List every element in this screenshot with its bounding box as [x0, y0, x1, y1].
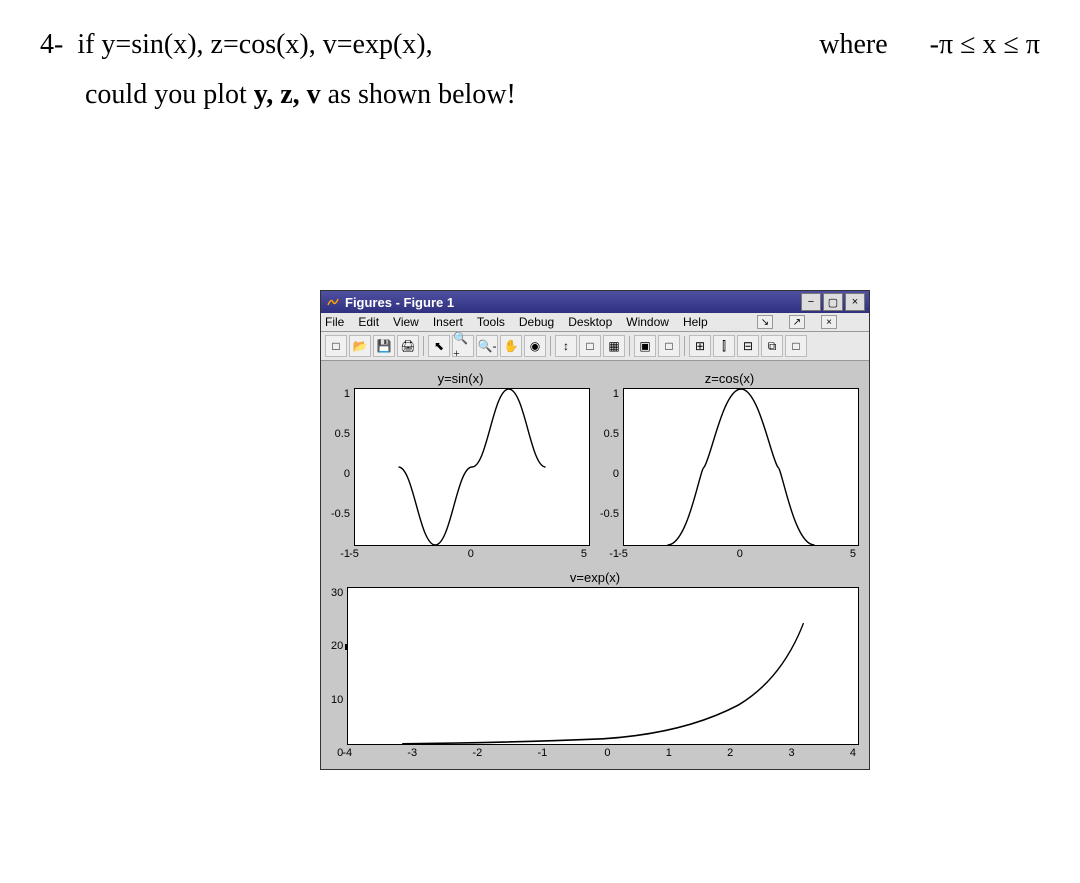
pointer-icon[interactable]: ⬉: [428, 335, 450, 357]
y-axis-ticks: 30 20 10 0: [331, 587, 347, 759]
open-icon[interactable]: 📂: [349, 335, 371, 357]
close-panel-icon[interactable]: ×: [821, 315, 837, 329]
chart-title: y=sin(x): [438, 371, 484, 386]
tile-float-icon[interactable]: ⧉: [761, 335, 783, 357]
chart-cos: z=cos(x) 1 0.5 0 -0.5 -1: [600, 371, 859, 560]
sin-curve: [355, 389, 589, 545]
window-titlebar: Figures - Figure 1 − ▢ ×: [321, 291, 869, 313]
menu-edit[interactable]: Edit: [358, 315, 379, 329]
figure-window: Figures - Figure 1 − ▢ × File Edit View …: [320, 290, 870, 770]
question-area: 4- if y=sin(x), z=cos(x), v=exp(x), wher…: [0, 0, 1080, 141]
plot-area: y=sin(x) 1 0.5 0 -0.5 -1: [321, 361, 869, 769]
toolbar: □ 📂 💾 🖨 ⬉ 🔍+ 🔍- ✋ ◉ ↕ □ ▦ ▣ □ ⊞ ⫿ ⊟ ⧉ □: [321, 332, 869, 361]
menu-desktop[interactable]: Desktop: [568, 315, 612, 329]
tile-icon[interactable]: ⊞: [689, 335, 711, 357]
tile-tabs-icon[interactable]: ⫿: [713, 335, 735, 357]
menu-help[interactable]: Help: [683, 315, 708, 329]
chart-title: z=cos(x): [705, 371, 754, 386]
app-icon: [325, 294, 341, 310]
separator: [423, 336, 424, 356]
x-axis-ticks: -4 -3 -2 -1 0 1 2 3 4: [347, 745, 859, 759]
zoom-out-icon[interactable]: 🔍-: [476, 335, 498, 357]
dock-down-icon[interactable]: ↘: [757, 315, 773, 329]
menu-window[interactable]: Window: [626, 315, 669, 329]
question-line1-left: 4- if y=sin(x), z=cos(x), v=exp(x),: [40, 20, 433, 70]
save-icon[interactable]: 💾: [373, 335, 395, 357]
separator: [550, 336, 551, 356]
data-cursor-icon[interactable]: ↕: [555, 335, 577, 357]
plot-box: [347, 587, 859, 745]
tile-cascade-icon[interactable]: □: [785, 335, 807, 357]
insert-colorbar-icon[interactable]: □: [579, 335, 601, 357]
menu-view[interactable]: View: [393, 315, 419, 329]
menubar: File Edit View Insert Tools Debug Deskto…: [321, 313, 869, 332]
rotate-icon[interactable]: ◉: [524, 335, 546, 357]
cos-curve: [624, 389, 858, 545]
menu-file[interactable]: File: [325, 315, 344, 329]
new-icon[interactable]: □: [325, 335, 347, 357]
y-axis-ticks: 1 0.5 0 -0.5 -1: [331, 388, 354, 560]
plot-box: [623, 388, 859, 546]
restore-button[interactable]: ▢: [823, 293, 843, 311]
menu-debug[interactable]: Debug: [519, 315, 554, 329]
question-line1-right: where -π ≤ x ≤ π: [819, 20, 1040, 70]
zoom-in-icon[interactable]: 🔍+: [452, 335, 474, 357]
pan-icon[interactable]: ✋: [500, 335, 522, 357]
chart-title: v=exp(x): [570, 570, 620, 585]
chart-exp: v=exp(x) 30 20 10 0: [331, 570, 859, 759]
x-axis-ticks: -5 0 5: [623, 546, 859, 560]
chart-sin: y=sin(x) 1 0.5 0 -0.5 -1: [331, 371, 590, 560]
menu-insert[interactable]: Insert: [433, 315, 463, 329]
close-button[interactable]: ×: [845, 293, 865, 311]
exp-curve: [348, 588, 858, 744]
plot-box: [354, 388, 590, 546]
colormap-icon[interactable]: ▣: [634, 335, 656, 357]
print-icon[interactable]: 🖨: [397, 335, 419, 357]
minimize-button[interactable]: −: [801, 293, 821, 311]
insert-legend-icon[interactable]: ▦: [603, 335, 625, 357]
menu-tools[interactable]: Tools: [477, 315, 505, 329]
window-title: Figures - Figure 1: [345, 295, 799, 310]
question-line2: could you plot y, z, v as shown below!: [85, 70, 1040, 120]
subplot-icon[interactable]: □: [658, 335, 680, 357]
y-axis-ticks: 1 0.5 0 -0.5 -1: [600, 388, 623, 560]
separator: [684, 336, 685, 356]
separator: [629, 336, 630, 356]
tile-horiz-icon[interactable]: ⊟: [737, 335, 759, 357]
undock-icon[interactable]: ↗: [789, 315, 805, 329]
x-axis-ticks: -5 0 5: [354, 546, 590, 560]
